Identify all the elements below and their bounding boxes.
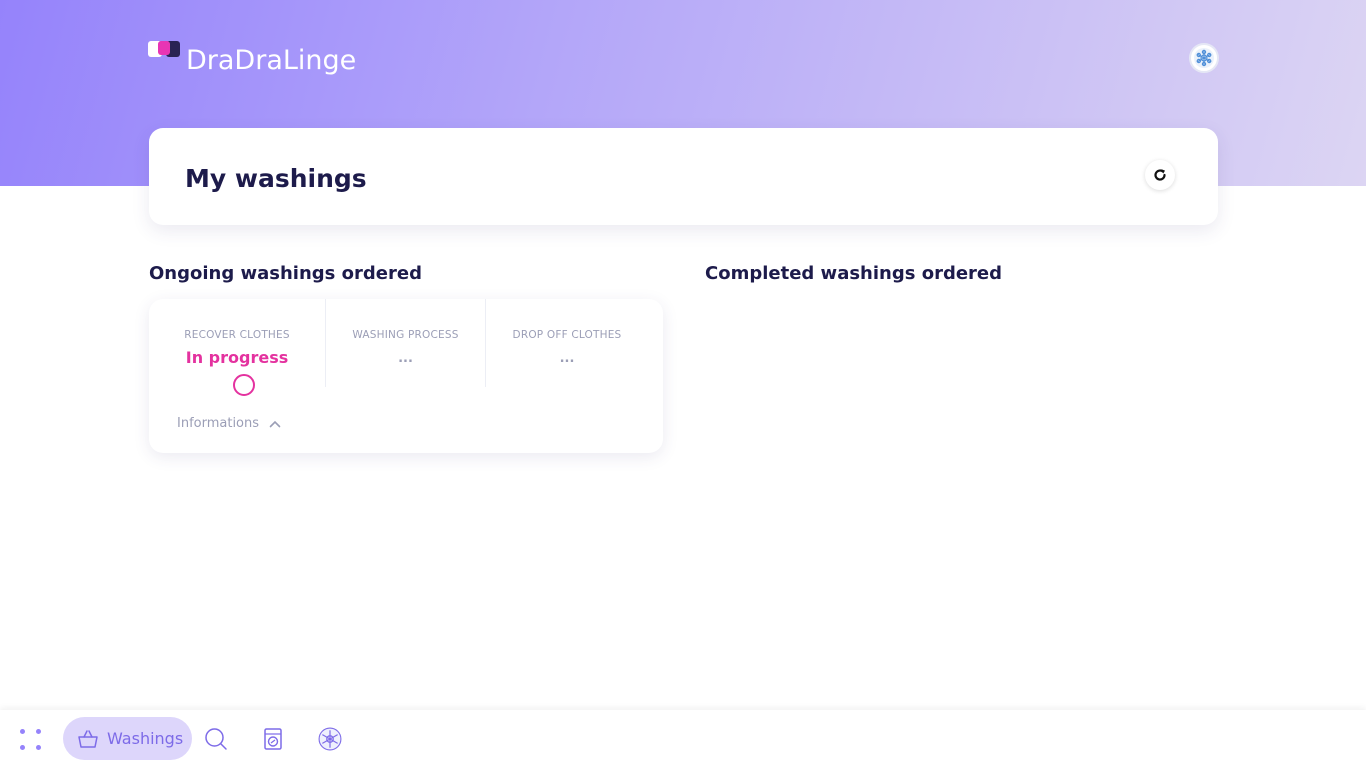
logo-mark-icon [148,41,182,65]
chevron-up-icon [269,420,281,427]
nav-washings-label: Washings [107,729,184,748]
step-drop-off-clothes: DROP OFF CLOTHES ... [486,299,648,387]
step-recover-clothes: RECOVER CLOTHES In progress [149,299,325,387]
step-status: ... [398,351,413,366]
apps-grid-icon[interactable] [18,727,44,753]
washing-order-card[interactable]: RECOVER CLOTHES In progress WASHING PROC… [149,299,663,453]
snowflake-avatar-icon [318,727,342,751]
brand-name: DraDraLinge [186,44,357,76]
step-washing-process: WASHING PROCESS ... [326,299,485,387]
bottom-nav-bar: Washings [0,710,1366,768]
refresh-icon [1154,169,1166,181]
profile-avatar-button[interactable] [1189,43,1219,73]
page-title: My washings [185,164,367,193]
page-title-card: My washings [149,128,1218,225]
nav-washing-machine[interactable] [260,726,286,752]
informations-toggle[interactable]: Informations [177,416,281,431]
step-status: In progress [185,348,289,367]
step-label: DROP OFF CLOTHES [512,329,622,341]
refresh-button[interactable] [1145,160,1175,190]
step-status: ... [559,351,575,366]
search-icon [205,728,227,750]
nav-washings[interactable]: Washings [63,717,192,760]
informations-label: Informations [177,416,260,431]
nav-search[interactable] [203,726,229,752]
step-label: RECOVER CLOTHES [184,329,290,341]
basket-icon [78,729,98,748]
nav-profile[interactable] [317,726,343,752]
status-ring-icon [233,374,255,396]
washing-machine-icon [264,728,282,750]
ongoing-section-title: Ongoing washings ordered [149,263,422,284]
step-label: WASHING PROCESS [352,329,459,341]
completed-section-title: Completed washings ordered [705,263,1003,284]
snowflake-avatar-icon [1194,48,1214,68]
brand-logo[interactable]: DraDraLinge [148,40,356,80]
